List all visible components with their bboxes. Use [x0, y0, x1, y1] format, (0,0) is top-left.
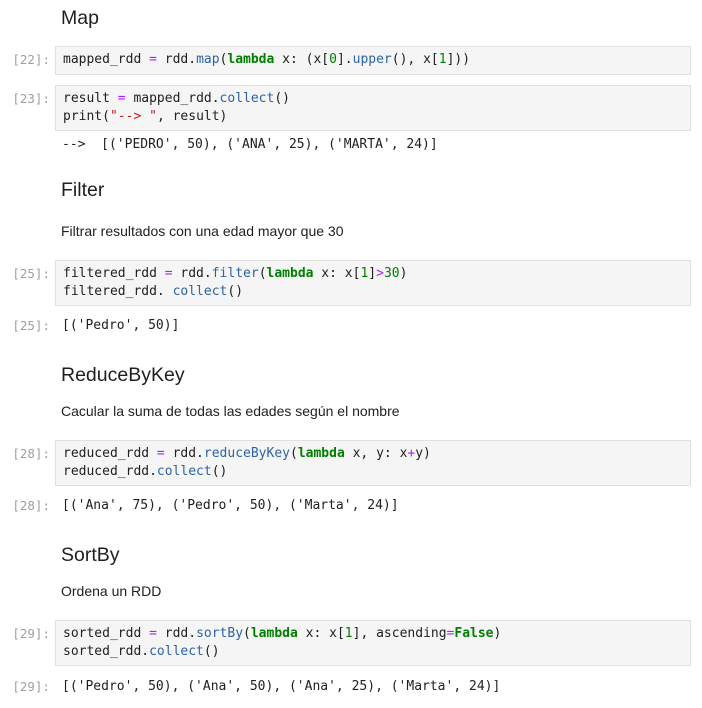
code-token: x: (x[	[274, 52, 330, 67]
code-token: mapped_rdd	[63, 52, 150, 67]
input-prompt: [25]:	[12, 266, 50, 281]
code-token: x: x[	[313, 266, 361, 281]
code-token: collect	[156, 464, 212, 479]
code-token: rdd.	[156, 626, 197, 641]
code-token: 30	[383, 266, 400, 281]
code-token: print(	[63, 109, 110, 124]
code-token: )	[493, 626, 502, 641]
code-token: ()	[227, 284, 244, 299]
code-token: reduced_rdd	[63, 446, 157, 461]
code-token: ]))	[446, 52, 471, 67]
code-token: map	[196, 52, 220, 67]
code-token: reduced_rdd.	[63, 464, 157, 479]
code-token: collect	[172, 284, 228, 299]
input-prompt: [22]:	[12, 52, 50, 67]
code-token: 1	[438, 52, 447, 67]
code-token: =	[149, 52, 157, 67]
output-prompt: [25]:	[12, 318, 50, 333]
code-token: filtered_rdd.	[63, 284, 173, 299]
code-token: filter	[211, 266, 259, 281]
code-token: sortBy	[196, 626, 244, 641]
code-token: >	[376, 266, 384, 281]
description-filter: Filtrar resultados con una edad mayor qu…	[61, 223, 344, 239]
code-cell-reducebykey[interactable]: reduced_rdd = rdd.reduceByKey(lambda x, …	[55, 440, 691, 486]
code-token: collect	[219, 91, 275, 106]
code-cell-filter[interactable]: filtered_rdd = rdd.filter(lambda x: x[1]…	[55, 260, 691, 306]
code-cell-collect[interactable]: result = mapped_rdd.collect() print("-->…	[55, 85, 691, 131]
code-token: False	[454, 626, 494, 641]
cell-output: [('Ana', 75), ('Pedro', 50), ('Marta', 2…	[62, 498, 399, 513]
code-line: print("--> ", result)	[63, 108, 690, 126]
cell-output: --> [('PEDRO', 50), ('ANA', 25), ('MARTA…	[62, 137, 438, 152]
code-token: x: x[	[297, 626, 345, 641]
input-prompt: [28]:	[12, 446, 50, 461]
code-token: , result)	[156, 109, 228, 124]
code-token: "--> "	[109, 109, 157, 124]
heading-reducebykey: ReduceByKey	[61, 364, 185, 386]
code-token: filtered_rdd	[63, 266, 165, 281]
code-token: lambda	[227, 52, 275, 67]
code-token: ].	[336, 52, 353, 67]
code-cell-map[interactable]: mapped_rdd = rdd.map(lambda x: (x[0].upp…	[55, 46, 691, 75]
code-line: result = mapped_rdd.collect()	[63, 90, 690, 108]
code-cell-sortby[interactable]: sorted_rdd = rdd.sortBy(lambda x: x[1], …	[55, 620, 691, 666]
code-token: sorted_rdd.	[63, 644, 150, 659]
cell-output: [('Pedro', 50)]	[62, 318, 180, 333]
code-token: result	[63, 91, 118, 106]
code-token: sorted_rdd	[63, 626, 150, 641]
code-line: sorted_rdd = rdd.sortBy(lambda x: x[1], …	[63, 625, 690, 643]
code-line: filtered_rdd. collect()	[63, 283, 690, 301]
code-token: rdd.	[172, 266, 212, 281]
code-token: =	[149, 626, 157, 641]
code-token: =	[156, 446, 165, 461]
code-token: ]	[368, 266, 377, 281]
code-token: x, y: x	[344, 446, 408, 461]
code-token: lambda	[250, 626, 298, 641]
code-token: ()	[211, 464, 228, 479]
code-token: (	[289, 446, 298, 461]
code-token: ], ascending	[352, 626, 447, 641]
code-token: =	[117, 91, 126, 106]
cell-output: [('Pedro', 50), ('Ana', 50), ('Ana', 25)…	[62, 679, 501, 694]
code-token: lambda	[297, 446, 345, 461]
code-token: )	[399, 266, 408, 281]
input-prompt: [29]:	[12, 626, 50, 641]
code-token: =	[164, 266, 173, 281]
heading-filter: Filter	[61, 179, 105, 201]
code-line: reduced_rdd.collect()	[63, 463, 690, 481]
code-token: 0	[329, 52, 337, 67]
output-prompt: [28]:	[12, 498, 50, 513]
code-token: (	[258, 266, 267, 281]
code-token: rdd.	[156, 52, 197, 67]
code-token: ()	[274, 91, 290, 106]
description-sortby: Ordena un RDD	[61, 583, 162, 599]
code-token: 1	[344, 626, 353, 641]
code-token: lambda	[266, 266, 314, 281]
code-token: mapped_rdd.	[125, 91, 220, 106]
code-token: (), x[	[391, 52, 439, 67]
code-token: reduceByKey	[203, 446, 290, 461]
code-token: collect	[149, 644, 204, 659]
heading-map: Map	[61, 7, 99, 29]
code-token: rdd.	[164, 446, 204, 461]
output-prompt: [29]:	[12, 679, 50, 694]
code-token: (	[243, 626, 251, 641]
code-token: ()	[203, 644, 220, 659]
code-token: y)	[415, 446, 431, 461]
code-line: mapped_rdd = rdd.map(lambda x: (x[0].upp…	[63, 51, 690, 69]
input-prompt: [23]:	[12, 91, 50, 106]
code-line: filtered_rdd = rdd.filter(lambda x: x[1]…	[63, 265, 690, 283]
heading-sortby: SortBy	[61, 544, 120, 566]
code-token: upper	[352, 52, 392, 67]
code-line: sorted_rdd.collect()	[63, 643, 690, 661]
description-reducebykey: Cacular la suma de todas las edades segú…	[61, 403, 400, 419]
code-line: reduced_rdd = rdd.reduceByKey(lambda x, …	[63, 445, 690, 463]
